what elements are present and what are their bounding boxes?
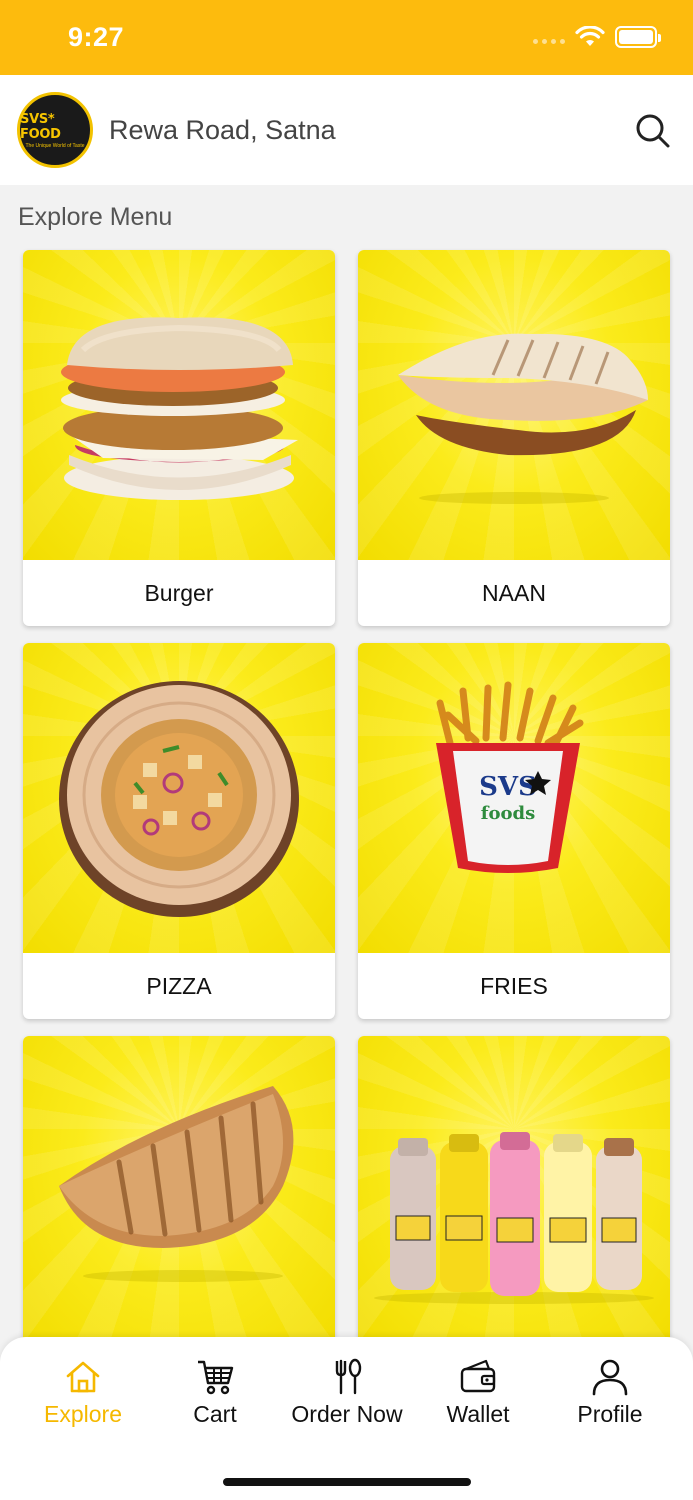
search-icon[interactable] [633,111,673,151]
pizza-image [23,643,335,953]
location-label[interactable]: Rewa Road, Satna [109,115,336,146]
svg-text:foods: foods [481,803,535,824]
cart-icon [198,1360,234,1395]
logo-tagline: The Unique World of Taste [25,142,85,149]
battery-icon [615,26,661,48]
menu-card-naan[interactable]: NAAN [358,250,670,626]
nav-item-wallet[interactable]: Wallet [413,1357,543,1428]
home-icon [66,1361,100,1393]
nav-item-order-now[interactable]: Order Now [282,1357,412,1428]
wallet-icon [460,1359,496,1393]
fries-image: SVS foods [358,643,670,953]
app-header: SVS* FOOD The Unique World of Taste Rewa… [0,75,693,185]
wifi-icon [575,26,605,46]
svg-text:SVS: SVS [479,772,537,802]
nav-item-explore[interactable]: Explore [18,1357,148,1428]
status-time: 9:27 [68,22,125,52]
person-icon [592,1359,628,1396]
menu-card-label: FRIES [480,972,548,999]
naan-image [358,250,670,560]
shakes-image [358,1036,670,1346]
nav-item-cart[interactable]: Cart [150,1357,280,1428]
garlic-bread-image [23,1036,335,1346]
menu-card-label: NAAN [482,579,546,606]
brand-logo[interactable]: SVS* FOOD The Unique World of Taste [17,92,93,168]
status-icons [533,26,661,48]
logo-text: SVS* FOOD [20,111,61,142]
burger-image [23,250,335,560]
bottom-nav: Explore Cart Order Now Wallet Profile [0,1337,693,1500]
nav-label: Cart [193,1401,237,1427]
fork-spoon-icon [335,1358,362,1395]
home-indicator[interactable] [223,1478,471,1486]
nav-label: Explore [44,1401,122,1427]
menu-card-pizza[interactable]: PIZZA [23,643,335,1019]
nav-label: Order Now [291,1401,403,1427]
nav-item-profile[interactable]: Profile [545,1357,675,1428]
menu-card-label: Burger [144,579,214,606]
menu-card-fries[interactable]: SVS foods FRIES [358,643,670,1019]
section-title: Explore Menu [18,203,173,231]
menu-card-label: PIZZA [146,972,212,999]
nav-label: Profile [577,1401,643,1427]
menu-card-burger[interactable]: Burger [23,250,335,626]
cellular-signal-icon [533,38,565,44]
nav-label: Wallet [446,1401,510,1427]
status-bar: 9:27 [0,0,693,75]
